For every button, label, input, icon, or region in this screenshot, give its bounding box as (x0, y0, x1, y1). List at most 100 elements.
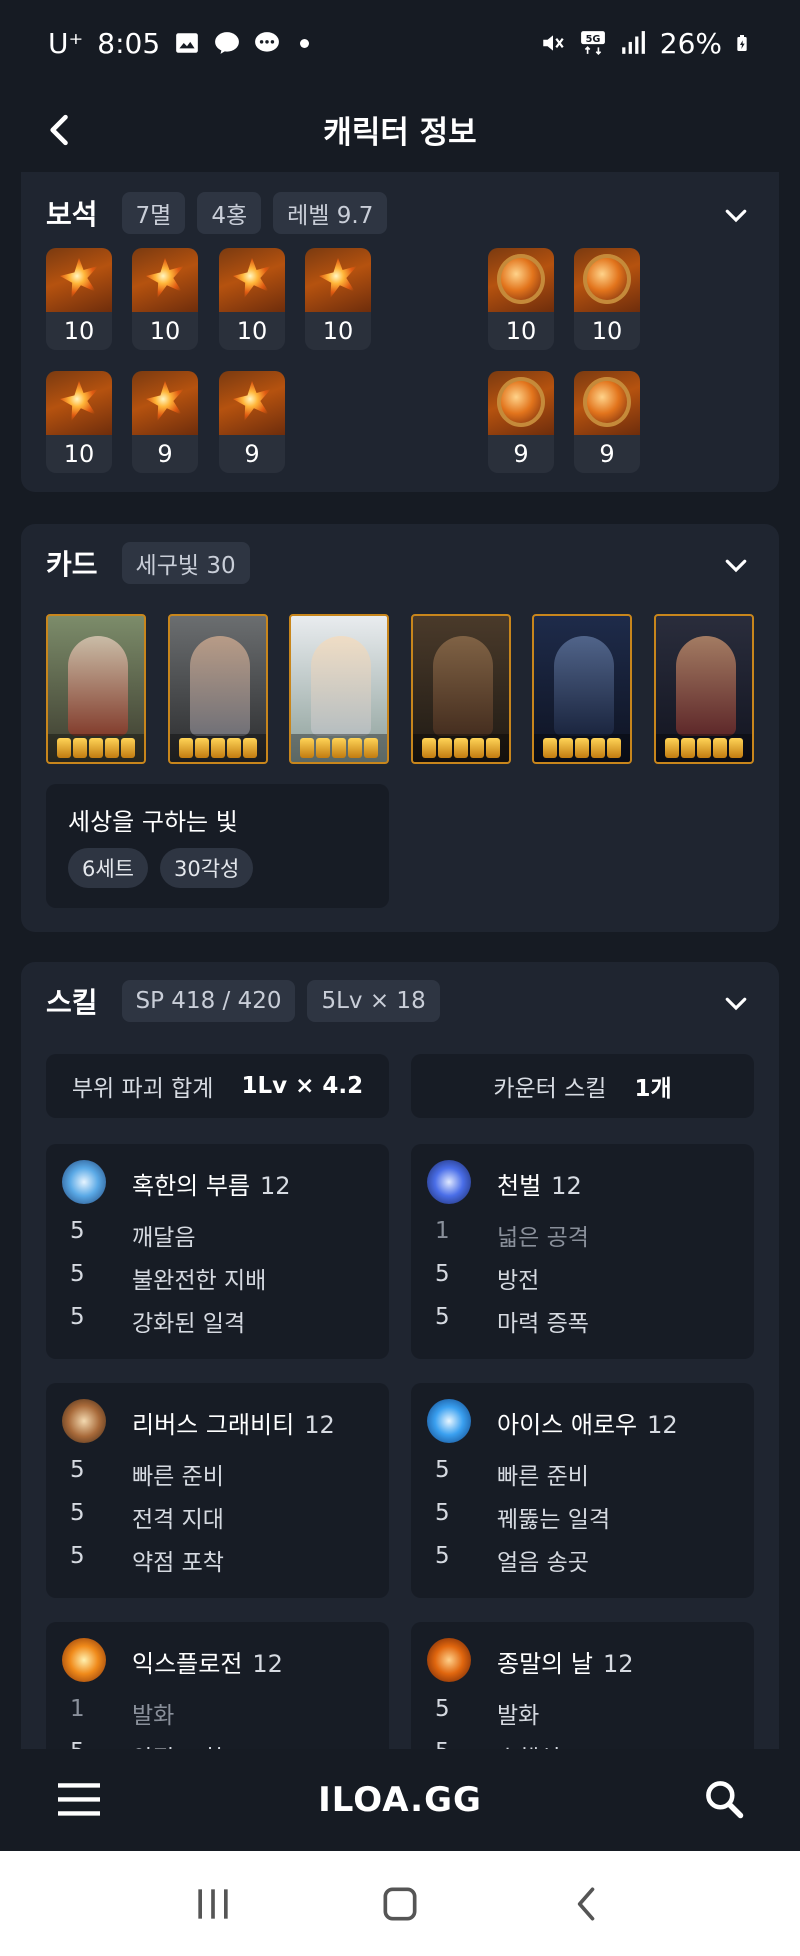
kakaotalk-icon (215, 32, 240, 54)
tripod-level: 5 (435, 1457, 450, 1483)
gem-orb-icon (574, 248, 640, 312)
card-awaken-icon (48, 734, 144, 762)
gem-level: 10 (322, 317, 354, 345)
card-item[interactable] (46, 614, 146, 764)
card-section-title: 카드 (46, 548, 98, 581)
tripod-name: 발화 (497, 1703, 540, 1729)
tripod-name: 불완전한 지배 (132, 1268, 267, 1294)
skill-level: 12 (260, 1172, 291, 1200)
chevron-down-icon[interactable] (721, 200, 751, 230)
tripod-level: 5 (70, 1304, 85, 1330)
gem-item[interactable]: 9 (132, 371, 198, 473)
skill-card[interactable]: 아이스 애로우 12 5 빠른 준비 5 꿰뚫는 일격 5 얼음 송곳 (411, 1383, 754, 1598)
gem-red-icon (46, 371, 112, 435)
tripod-name: 깨달음 (132, 1225, 196, 1251)
skill-card[interactable]: 익스플로전 12 1 발화 5약점 포착 (46, 1622, 389, 1749)
card-item[interactable] (168, 614, 268, 764)
tripod-name: 넓은 공격 (497, 1225, 589, 1251)
card-awaken-icon (413, 734, 509, 762)
skill-name: 아이스 애로우 (497, 1411, 638, 1439)
tripod-name: 빠른 준비 (497, 1464, 589, 1490)
card-awaken-icon (534, 734, 630, 762)
app-logo[interactable]: ILOA.GG (318, 1780, 482, 1820)
gem-red-icon (219, 248, 285, 312)
part-break-label: 부위 파괴 합계 (71, 1076, 214, 1102)
tripod-level: 5 (435, 1543, 450, 1569)
explosion-skill-icon (62, 1638, 106, 1682)
card-awaken-icon (291, 734, 387, 762)
chevron-down-icon[interactable] (721, 988, 751, 1018)
gem-item[interactable]: 10 (46, 248, 112, 350)
scroll-content[interactable]: 보석 7멸 4홍 레벨 9.7 10 10 10 10 10 10 10 9 9… (0, 172, 800, 1749)
gem-section-title: 보석 (46, 198, 98, 231)
gem-item[interactable]: 9 (219, 371, 285, 473)
back-arrow-icon[interactable] (38, 108, 82, 152)
gem-level: 9 (244, 440, 260, 468)
card-item[interactable] (289, 614, 389, 764)
gem-item[interactable]: 10 (219, 248, 285, 350)
skill-card[interactable]: 천벌 12 1 넓은 공격 5 방전 5 마력 증폭 (411, 1144, 754, 1359)
gem-level: 10 (591, 317, 623, 345)
card-portrait-icon (554, 636, 614, 736)
gem-level: 10 (149, 317, 181, 345)
gem-item[interactable]: 9 (574, 371, 640, 473)
recent-apps-icon[interactable] (191, 1882, 235, 1926)
tripod-name: 빠른 준비 (132, 1464, 224, 1490)
tripod-name: 약점 포착 (132, 1550, 224, 1576)
card-portrait-icon (190, 636, 250, 736)
battery-percent: 26% (659, 26, 722, 60)
search-icon[interactable] (702, 1777, 746, 1821)
tripod-level: 5 (70, 1218, 85, 1244)
ice-arrow-skill-icon (427, 1399, 471, 1443)
card-set-summary: 세상을 구하는 빛 6세트 30각성 (46, 784, 389, 908)
gem-chip-level: 레벨 9.7 (273, 192, 388, 234)
mute-icon (543, 35, 564, 51)
clock: 8:05 (97, 26, 161, 60)
gem-level: 10 (236, 317, 268, 345)
gallery-icon (176, 33, 199, 53)
chevron-down-icon[interactable] (721, 550, 751, 580)
gem-item[interactable]: 9 (488, 371, 554, 473)
signal-icon (621, 31, 645, 54)
gem-level: 9 (513, 440, 529, 468)
skill-card[interactable]: 혹한의 부름 12 5 깨달음 5 불완전한 지배 5 강화된 일격 (46, 1144, 389, 1359)
back-icon[interactable] (565, 1882, 609, 1926)
card-awaken-chip: 30각성 (160, 848, 254, 888)
counter-skill-label: 카운터 스킬 (493, 1076, 607, 1102)
gem-red-icon (219, 371, 285, 435)
gem-chip-destruction: 7멸 (121, 192, 186, 234)
card-item[interactable] (654, 614, 754, 764)
status-bar: U⁺ 8:05 5G 26% (0, 0, 800, 86)
tripod-level: 5 (70, 1739, 132, 1749)
gem-level: 10 (505, 317, 537, 345)
skill-card[interactable]: 종말의 날12 5발화 5수행석 (411, 1622, 754, 1749)
tripod-level: 5 (435, 1696, 450, 1722)
doomsday-skill-icon (427, 1638, 471, 1682)
gem-item[interactable]: 10 (132, 248, 198, 350)
gem-item[interactable]: 10 (46, 371, 112, 473)
tripod-name: 발화 (132, 1703, 175, 1729)
tripod-level: 5 (70, 1500, 85, 1526)
gem-item[interactable]: 10 (488, 248, 554, 350)
svg-text:5G: 5G (585, 34, 600, 45)
tripod-level: 5 (435, 1261, 450, 1287)
card-portrait-icon (68, 636, 128, 736)
tripod-name: 얼음 송곳 (497, 1550, 589, 1576)
card-portrait-icon (676, 636, 736, 736)
gem-red-icon (305, 248, 371, 312)
tripod-level: 5 (435, 1304, 450, 1330)
punishment-skill-icon (427, 1160, 471, 1204)
hamburger-menu-icon[interactable] (58, 1781, 100, 1817)
gem-item[interactable]: 10 (574, 248, 640, 350)
counter-skill-stat: 카운터 스킬 1개 (411, 1054, 754, 1118)
tripod-name: 강화된 일격 (132, 1311, 246, 1337)
tripod-name: 수행석 (497, 1739, 560, 1749)
gem-orb-icon (488, 248, 554, 312)
gem-orb-icon (488, 371, 554, 435)
card-item[interactable] (411, 614, 511, 764)
gem-item[interactable]: 10 (305, 248, 371, 350)
home-icon[interactable] (378, 1882, 422, 1926)
part-break-stat: 부위 파괴 합계 1Lv × 4.2 (46, 1054, 389, 1118)
card-item[interactable] (532, 614, 632, 764)
skill-card[interactable]: 리버스 그래비티 12 5 빠른 준비 5 전격 지대 5 약점 포착 (46, 1383, 389, 1598)
